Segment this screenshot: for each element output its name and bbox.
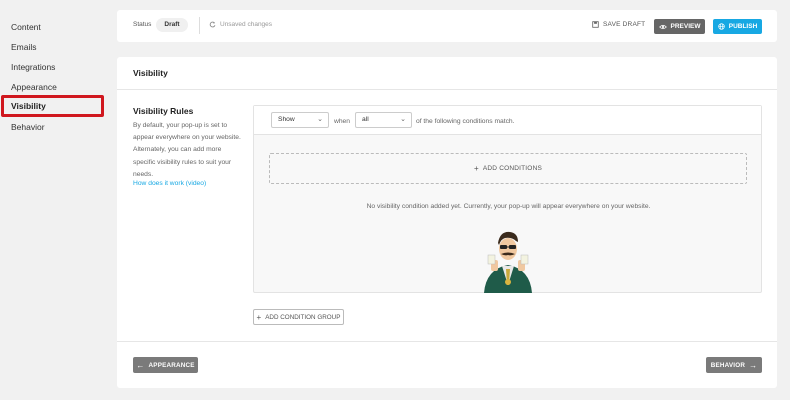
sidebar: Content Emails Integrations Appearance V… [0, 0, 108, 400]
plus-icon: + [473, 164, 479, 173]
next-behavior-button[interactable]: BEHAVIOR → [706, 357, 762, 373]
status-bar: Status Draft Unsaved changes SAVE DRAFT … [117, 10, 777, 42]
empty-state-message: No visibility condition added yet. Curre… [366, 203, 651, 210]
chevron-down-icon: ⌄ [400, 116, 406, 123]
preview-button[interactable]: PREVIEW [654, 19, 705, 34]
next-button-label: BEHAVIOR [710, 361, 746, 369]
mascot-illustration [484, 231, 532, 293]
condition-group-header: Show ⌄ when all ⌄ of the following condi… [254, 106, 761, 135]
when-text: when [334, 118, 350, 125]
sidebar-item-emails[interactable]: Emails [11, 40, 37, 54]
globe-icon [718, 23, 725, 30]
refresh-icon [209, 21, 216, 28]
arrow-left-icon: ← [136, 360, 145, 370]
arrow-right-icon: → [749, 360, 758, 370]
publish-label: PUBLISH [728, 23, 758, 30]
plus-icon: + [256, 312, 262, 322]
add-group-label: ADD CONDITION GROUP [265, 313, 341, 321]
match-select-value: all [362, 116, 369, 123]
sidebar-item-appearance[interactable]: Appearance [11, 80, 57, 94]
visibility-panel: Visibility Visibility Rules By default, … [117, 57, 777, 388]
page-title: Visibility [117, 57, 777, 90]
rules-title: Visibility Rules [133, 106, 194, 116]
sidebar-item-visibility[interactable]: Visibility [11, 99, 46, 113]
unsaved-indicator: Unsaved changes [209, 21, 272, 28]
eye-icon [658, 24, 667, 29]
rules-description: By default, your pop-up is set to appear… [133, 122, 241, 178]
chevron-down-icon: ⌄ [317, 116, 323, 123]
preview-label: PREVIEW [670, 23, 701, 30]
save-draft-label: SAVE DRAFT [603, 21, 646, 28]
sidebar-item-content[interactable]: Content [11, 20, 41, 34]
footer-divider [117, 341, 777, 342]
status-badge: Draft [156, 18, 188, 32]
add-conditions-label: ADD CONDITIONS [482, 165, 542, 172]
save-draft-button[interactable]: SAVE DRAFT [592, 21, 645, 28]
status-label: Status [133, 21, 152, 28]
action-select-value: Show [278, 116, 295, 123]
condition-group: Show ⌄ when all ⌄ of the following condi… [253, 105, 762, 293]
add-condition-group-button[interactable]: + ADD CONDITION GROUP [253, 309, 344, 325]
divider [199, 17, 200, 34]
match-text: of the following conditions match. [416, 118, 515, 125]
action-select[interactable]: Show ⌄ [271, 112, 329, 128]
sidebar-item-integrations[interactable]: Integrations [11, 60, 55, 74]
floppy-icon [592, 21, 599, 28]
match-select[interactable]: all ⌄ [355, 112, 412, 128]
back-appearance-button[interactable]: ← APPEARANCE [133, 357, 198, 373]
publish-button[interactable]: PUBLISH [713, 19, 762, 34]
unsaved-text: Unsaved changes [220, 21, 273, 28]
sidebar-item-behavior[interactable]: Behavior [11, 120, 45, 134]
back-button-label: APPEARANCE [148, 361, 195, 369]
add-conditions-button[interactable]: + ADD CONDITIONS [269, 153, 747, 184]
help-video-link[interactable]: How does it work (video) [133, 180, 206, 187]
